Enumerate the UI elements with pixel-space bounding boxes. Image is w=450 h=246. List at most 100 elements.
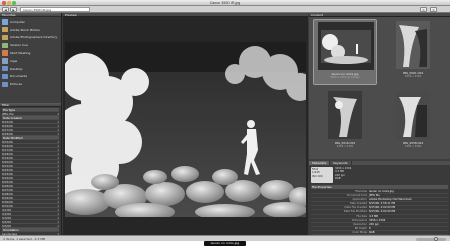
status-text: 4 items, 1 selected - 4.3 MB [3, 237, 45, 241]
filter-label: 9/2/06 [2, 212, 12, 216]
tab-keywords[interactable]: Keywords [330, 161, 352, 165]
thumbnail-image [396, 21, 430, 69]
thumbnail-image [396, 91, 430, 139]
filter-count: 1 [57, 132, 59, 136]
sidebar-item[interactable]: mgw [0, 57, 61, 65]
metadata-key: Dimensions [351, 218, 367, 222]
filter-label: 8/17/06 [2, 148, 13, 152]
thumbnail-meta: 2304 x 3456 [404, 145, 422, 148]
filter-label: 8/30/06 [2, 200, 13, 204]
filter-label: 8/18/06 [2, 132, 13, 136]
thumbnail-meta: 3456 x 2304 @ 240ppi [330, 76, 360, 79]
metadata-key: Date File Modified [343, 210, 367, 214]
filter-count: 1 [57, 176, 59, 180]
thumbnail-size-slider[interactable] [416, 237, 446, 241]
thumbnail-item[interactable]: IMG_0016.CR2 2304 x 3456 [313, 89, 377, 155]
sidebar-item[interactable]: Documents [0, 73, 61, 81]
delete-button[interactable]: ✕ [430, 7, 437, 12]
preview-panel: Preview lauren on rocks.jpg [63, 13, 308, 246]
filter-count: 1 [57, 148, 59, 152]
filter-count: 1 [57, 204, 59, 208]
sidebar-item[interactable]: Desktop [0, 65, 61, 73]
metadata-value: 8/15/06, 3:58:11 PM [369, 202, 396, 206]
filter-label: Orientation [3, 228, 19, 232]
filter-label: 9/3/06 [2, 216, 12, 220]
filter-count: 1 [57, 216, 59, 220]
metadata-rows: Filename lauren on rocks.jpg Document Kind… [311, 190, 448, 236]
metadata-value: 240 ppi [369, 222, 379, 226]
thumbnail-image [318, 22, 374, 70]
sidebar-item-label: Pictures [10, 82, 22, 87]
thumbnail-item[interactable]: IMG_0061.CR2 3456 x 2304 [381, 19, 445, 85]
file-properties-header[interactable]: File Properties [311, 185, 448, 189]
bridge-window: Canon 350D IR.jpg ◀ ▶ Canon 350D IR.jpg … [0, 0, 450, 246]
tab-metadata[interactable]: Metadata [309, 161, 331, 165]
forward-button[interactable]: ▶ [10, 7, 17, 12]
preview-image[interactable] [65, 42, 306, 217]
filter-count: 1 [57, 168, 59, 172]
sidebar-item[interactable]: Adobe Stock Photos [0, 26, 61, 34]
sidebar-item[interactable]: Pictures [0, 80, 61, 88]
metadata-value: JPEG file [369, 194, 380, 198]
desktop-icon [2, 65, 8, 72]
filter-label: 9/1/06 [2, 208, 12, 212]
metadata-value: Adobe Photoshop CS2 Macintosh [369, 198, 412, 202]
thumbnail-meta: 3456 x 2304 [404, 75, 422, 78]
thumbnail-item[interactable]: IMG_0058.CR2 2304 x 3456 [381, 89, 445, 155]
filter-count: 1 [57, 120, 59, 124]
metadata-key: Document Kind [347, 194, 367, 198]
version-cue-icon [2, 42, 8, 49]
thumbnail-item[interactable]: lauren on rocks.jpg 3456 x 2304 @ 240ppi [313, 19, 377, 85]
content-grid: lauren on rocks.jpg 3456 x 2304 @ 240ppi… [309, 17, 450, 159]
stock-icon [2, 26, 8, 33]
metadata-value: RGB [369, 230, 375, 234]
filter-label: 8/17/06 [2, 128, 13, 132]
filter-count: 1 [57, 160, 59, 164]
filter-label: 8/27/06 [2, 188, 13, 192]
filter-label: Date Created [3, 116, 22, 120]
filter-label: JPEG file [2, 112, 14, 116]
filter-count: 1 [57, 220, 59, 224]
path-field[interactable]: Canon 350D IR.jpg [20, 7, 90, 12]
directory-icon [2, 34, 8, 41]
right-panel: Content lauren on rocks.jpg 3456 x 2304 … [309, 13, 450, 236]
filter-count: 1 [57, 192, 59, 196]
pictures-icon [2, 81, 8, 88]
filter-label: 8/22/06 [2, 168, 13, 172]
filter-label: 9/4/06 [2, 220, 12, 224]
filter-count: 1 [57, 164, 59, 168]
sidebar-item[interactable]: Computer [0, 18, 61, 26]
metadata-panel: Metadata Keywords f/5.6 1/125 ISO 100 34… [309, 161, 450, 236]
filter-label: 8/24/06 [2, 176, 13, 180]
metadata-key: Bit Depth [354, 226, 367, 230]
sidebar-item-label: Adobe Stock Photos [10, 27, 40, 32]
sidebar-item[interactable]: Version Cue [0, 41, 61, 49]
metadata-tabs: Metadata Keywords [309, 161, 450, 165]
metadata-value: 4.3 MB [369, 214, 378, 218]
rotate-button[interactable]: ↻ [420, 7, 427, 12]
filter-label: File Type [3, 108, 15, 112]
back-button[interactable]: ◀ [2, 7, 9, 12]
iso-value: ISO 100 [312, 173, 323, 178]
preview-tab[interactable]: Preview [63, 13, 308, 17]
filter-count: 4 [57, 112, 59, 116]
filter-label: 8/23/06 [2, 172, 13, 176]
metadata-key: Application [352, 198, 368, 202]
filter-count: 1 [57, 128, 59, 132]
sidebar-item[interactable]: Adobe Photographers Directory [0, 34, 61, 42]
sidebar-item[interactable]: Start Meeting [0, 49, 61, 57]
thumbnail-meta: 2304 x 3456 [336, 145, 354, 148]
toolbar: ◀ ▶ Canon 350D IR.jpg ↻ ✕ [0, 6, 450, 13]
metadata-value: 8/15/06, 4:02:09 PM [369, 210, 396, 214]
filter-count: 1 [57, 124, 59, 128]
metadata-key: Color Mode [352, 230, 367, 234]
slider-knob[interactable] [434, 237, 438, 241]
filter-count: 1 [57, 184, 59, 188]
sidebar-item-label: Desktop [10, 66, 23, 71]
filter-label: 8/19/06 [2, 156, 13, 160]
sidebar-item-label: mgw [10, 58, 18, 63]
metadata-value: 3456 x 2304 [369, 218, 386, 222]
filter-label: 8/25/06 [2, 180, 13, 184]
filter-count: 1 [57, 188, 59, 192]
filter-count: 1 [57, 172, 59, 176]
